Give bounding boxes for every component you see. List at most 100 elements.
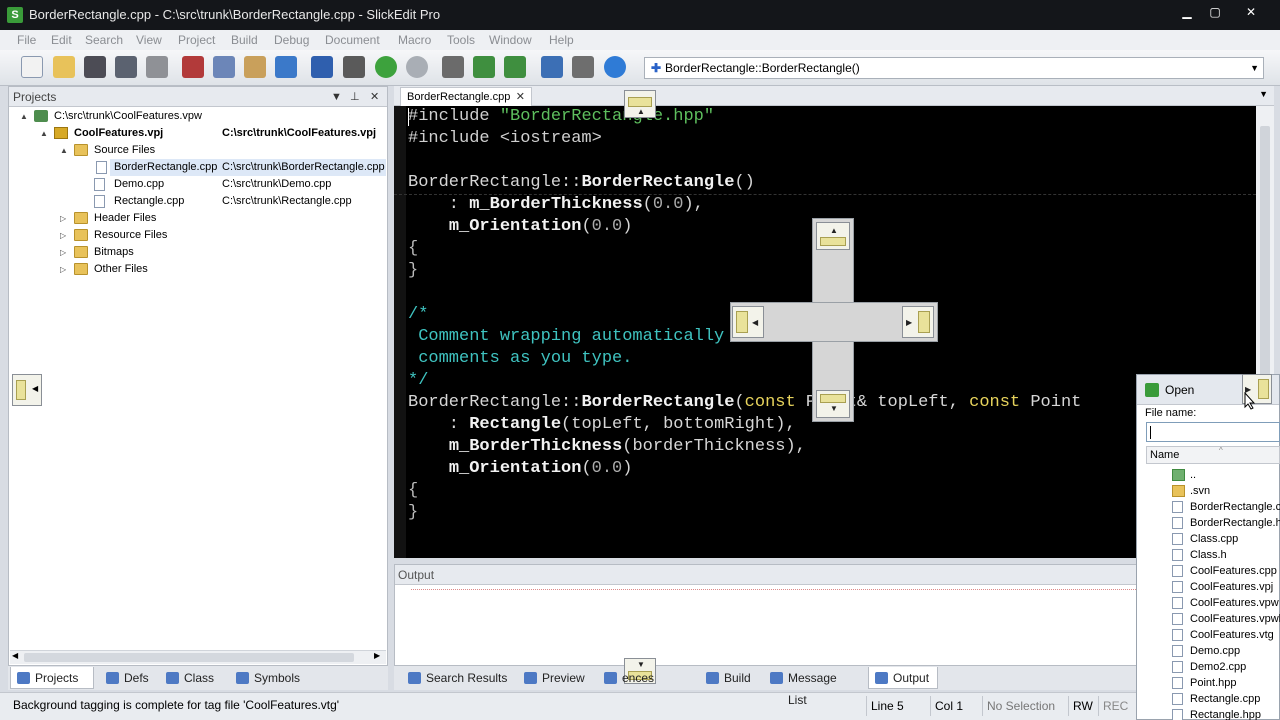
scroll-right-icon[interactable]: ▶ xyxy=(374,651,380,660)
tree-item-demo-cpp[interactable]: Demo.cpp C:\src\trunk\Demo.cpp xyxy=(94,176,366,193)
tree-item-other-files[interactable]: ▷ Other Files xyxy=(60,261,366,278)
collapse-icon[interactable]: ▲ xyxy=(20,108,28,125)
horizontal-scrollbar[interactable]: ◀ ▶ xyxy=(10,650,386,664)
file-item-rectangle-cpp[interactable]: Rectangle.cpp xyxy=(1172,691,1280,707)
menu-search[interactable]: Search xyxy=(85,33,123,47)
tab-message-list[interactable]: Message List xyxy=(764,667,858,707)
menu-debug[interactable]: Debug xyxy=(274,33,309,47)
scrollbar-thumb[interactable] xyxy=(24,653,354,662)
close-icon[interactable]: ✕ xyxy=(516,88,525,106)
file-item-[interactable]: .. xyxy=(1172,467,1280,483)
tree-item-rectangle-cpp[interactable]: Rectangle.cpp C:\src\trunk\Rectangle.cpp xyxy=(94,193,366,210)
menu-window[interactable]: Window xyxy=(489,33,532,47)
menu-file[interactable]: File xyxy=(17,33,36,47)
tree-item-coolfeatures-vpj[interactable]: ▲ CoolFeatures.vpj C:\src\trunk\CoolFeatur… xyxy=(40,125,376,142)
panel-menu-icon[interactable]: ▼ xyxy=(331,87,342,107)
paste-icon[interactable] xyxy=(244,56,266,78)
tree-item-resource-files[interactable]: ▷ Resource Files xyxy=(60,227,366,244)
find-next-icon[interactable] xyxy=(473,56,495,78)
expand-icon[interactable]: ▷ xyxy=(60,261,66,278)
forward-icon[interactable] xyxy=(406,56,428,78)
tab-references[interactable]: ences xyxy=(598,667,690,689)
menu-project[interactable]: Project xyxy=(178,33,215,47)
collapse-icon[interactable]: ▲ xyxy=(60,142,68,159)
file-item-point-hpp[interactable]: Point.hpp xyxy=(1172,675,1280,691)
find-in-files-icon[interactable] xyxy=(504,56,526,78)
tab-defs[interactable]: Defs xyxy=(100,667,160,689)
file-item-class-cpp[interactable]: Class.cpp xyxy=(1172,531,1280,547)
file-item-coolfeatures-vtg[interactable]: CoolFeatures.vtg xyxy=(1172,627,1280,643)
help-icon[interactable] xyxy=(604,56,626,78)
output-area[interactable] xyxy=(411,589,1256,665)
chevron-down-icon[interactable]: ▼ xyxy=(1259,89,1268,99)
minimize-button[interactable]: ▁ xyxy=(1174,3,1200,21)
scroll-left-icon[interactable]: ◀ xyxy=(12,651,18,660)
status-rec[interactable]: REC xyxy=(1098,696,1138,716)
expand-icon[interactable]: ▷ xyxy=(60,210,66,227)
print-icon[interactable] xyxy=(146,56,168,78)
back-icon[interactable] xyxy=(375,56,397,78)
tab-projects[interactable]: Projects xyxy=(10,667,94,689)
file-item-svn[interactable]: .svn xyxy=(1172,483,1280,499)
select-icon[interactable] xyxy=(275,56,297,78)
redo-icon[interactable] xyxy=(343,56,365,78)
tab-symbols[interactable]: Symbols xyxy=(230,667,308,689)
tab-search-results[interactable]: Search Results xyxy=(402,667,512,689)
file-item-borderrectangle-c[interactable]: BorderRectangle.c xyxy=(1172,499,1280,515)
tree-item-header-files[interactable]: ▷ Header Files xyxy=(60,210,366,227)
menu-edit[interactable]: Edit xyxy=(51,33,72,47)
maximize-button[interactable]: ▢ xyxy=(1202,3,1228,21)
tab-preview[interactable]: Preview xyxy=(518,667,594,689)
file-item-class-h[interactable]: Class.h xyxy=(1172,547,1280,563)
dock-right-button[interactable]: ▶ xyxy=(902,306,934,338)
tab-build[interactable]: Build xyxy=(700,667,756,689)
menu-build[interactable]: Build xyxy=(231,33,258,47)
file-item-coolfeatures-vpwl[interactable]: CoolFeatures.vpwl xyxy=(1172,611,1280,627)
tab-class[interactable]: Class xyxy=(160,667,224,689)
menu-macro[interactable]: Macro xyxy=(398,33,431,47)
file-name-input[interactable] xyxy=(1146,422,1280,442)
expand-icon[interactable]: ▷ xyxy=(60,227,66,244)
menu-view[interactable]: View xyxy=(136,33,162,47)
project-icon[interactable] xyxy=(541,56,563,78)
expand-icon[interactable]: ▷ xyxy=(60,244,66,261)
undo-icon[interactable] xyxy=(311,56,333,78)
save-icon[interactable] xyxy=(84,56,106,78)
options-icon[interactable] xyxy=(572,56,594,78)
dock-bottom-button[interactable]: ▼ xyxy=(816,390,850,418)
tab-output[interactable]: Output xyxy=(868,667,938,689)
close-button[interactable]: ✕ xyxy=(1238,3,1264,21)
status-rw[interactable]: RW xyxy=(1068,696,1098,716)
cut-icon[interactable] xyxy=(182,56,204,78)
file-item-rectangle-hpp[interactable]: Rectangle.hpp xyxy=(1172,707,1280,720)
menu-tools[interactable]: Tools xyxy=(447,33,475,47)
collapse-icon[interactable]: ▲ xyxy=(40,125,48,142)
file-item-demo-cpp[interactable]: Demo.cpp xyxy=(1172,643,1280,659)
find-icon[interactable] xyxy=(442,56,464,78)
tab-borderrectangle-cpp[interactable]: BorderRectangle.cpp ✕ xyxy=(400,87,532,107)
tree-item-borderrectangle-cpp[interactable]: BorderRectangle.cpp C:\src\trunk\BorderRe… xyxy=(96,159,386,176)
close-icon[interactable]: ✕ xyxy=(370,87,379,107)
tree-item-bitmaps[interactable]: ▷ Bitmaps xyxy=(60,244,366,261)
dock-left-button[interactable]: ◀ xyxy=(732,306,764,338)
pin-icon[interactable]: ⊥ xyxy=(350,87,360,107)
name-column-header[interactable]: Name ^ xyxy=(1146,446,1280,464)
file-item-borderrectangle-h[interactable]: BorderRectangle.h xyxy=(1172,515,1280,531)
dock-guide-top-indicator[interactable]: ▲ xyxy=(624,90,656,118)
tree-item-c-src-trunk-coolfeatures-vpw[interactable]: ▲ C:\src\trunk\CoolFeatures.vpw xyxy=(20,108,366,125)
file-item-demo2-cpp[interactable]: Demo2.cpp xyxy=(1172,659,1280,675)
symbol-combo[interactable]: ✚ BorderRectangle::BorderRectangle() ▼ xyxy=(644,57,1264,79)
dock-top-button[interactable]: ▲ xyxy=(816,222,850,250)
open-icon[interactable] xyxy=(53,56,75,78)
save-all-icon[interactable] xyxy=(115,56,137,78)
menu-help[interactable]: Help xyxy=(549,33,574,47)
tree-item-source-files[interactable]: ▲ Source Files xyxy=(60,142,366,159)
chevron-down-icon[interactable]: ▼ xyxy=(1250,58,1259,78)
file-item-coolfeatures-cpp[interactable]: CoolFeatures.cpp xyxy=(1172,563,1280,579)
new-icon[interactable] xyxy=(21,56,43,78)
file-item-coolfeatures-vpj[interactable]: CoolFeatures.vpj xyxy=(1172,579,1280,595)
file-item-coolfeatures-vpw[interactable]: CoolFeatures.vpw xyxy=(1172,595,1280,611)
dock-left-edge-indicator[interactable]: ◀ xyxy=(12,374,42,406)
copy-icon[interactable] xyxy=(213,56,235,78)
menu-document[interactable]: Document xyxy=(325,33,380,47)
